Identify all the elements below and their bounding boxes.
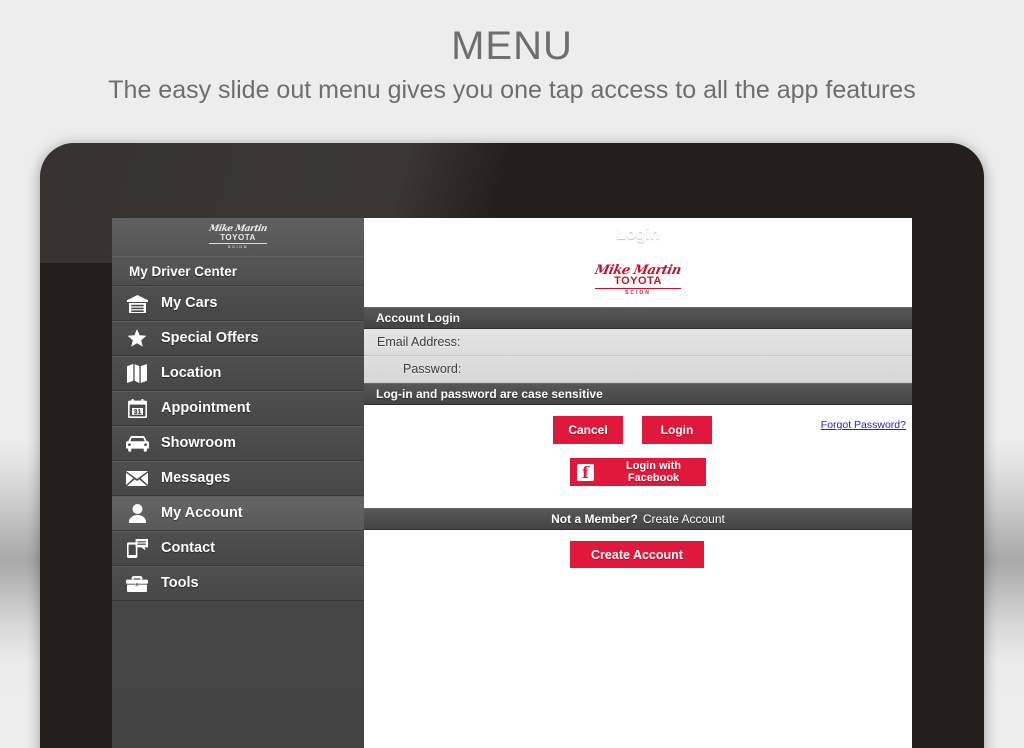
car-icon: [124, 433, 150, 455]
sidebar-header: My Driver Center: [112, 256, 364, 286]
map-icon: [124, 363, 150, 385]
star-icon: [124, 328, 150, 350]
calendar-icon: 31: [124, 398, 150, 420]
sidebar-item-label: My Account: [161, 505, 243, 522]
sidebar-item-my-account[interactable]: My Account: [112, 496, 364, 531]
login-button[interactable]: Login: [642, 416, 712, 444]
sidebar-item-showroom[interactable]: Showroom: [112, 426, 364, 461]
create-account-text: Create Account: [642, 512, 725, 526]
password-field-label: Password:: [403, 362, 462, 376]
member-prompt-bar: Not a Member? Create Account: [364, 508, 912, 530]
cancel-button[interactable]: Cancel: [553, 416, 623, 444]
facebook-icon: f: [577, 463, 594, 481]
section-header-account-login: Account Login: [364, 307, 912, 329]
tablet-screen: Mike Martin TOYOTA SCION My Driver Cente…: [112, 218, 912, 748]
logo-marque-text: TOYOTA: [209, 234, 267, 244]
email-input[interactable]: [460, 329, 912, 355]
case-sensitive-notice: Log-in and password are case sensitive: [364, 383, 912, 405]
password-field-row[interactable]: Password:: [364, 356, 912, 383]
logo-sub-text: SCION: [625, 289, 651, 296]
page-title: MENU: [451, 24, 573, 68]
sidebar-item-location[interactable]: Location: [112, 356, 364, 391]
login-with-facebook-button[interactable]: f Login with Facebook: [570, 458, 706, 486]
person-icon: [124, 503, 150, 525]
password-input[interactable]: [461, 356, 912, 382]
sidebar-item-special-offers[interactable]: Special Offers: [112, 321, 364, 356]
sidebar-item-label: My Cars: [161, 295, 218, 312]
sidebar-item-my-cars[interactable]: My Cars: [112, 286, 364, 321]
sidebar-item-messages[interactable]: Messages: [112, 461, 364, 496]
sidebar-item-appointment[interactable]: 31 Appointment: [112, 391, 364, 426]
sidebar-item-label: Special Offers: [161, 330, 259, 347]
email-field-label: Email Address:: [377, 335, 461, 349]
facebook-button-label: Login with Facebook: [626, 460, 681, 484]
tablet-device-frame: Mike Martin TOYOTA SCION My Driver Cente…: [40, 143, 984, 748]
back-arrow-icon[interactable]: [376, 227, 404, 249]
envelope-icon: [124, 468, 150, 490]
sidebar-item-label: Showroom: [161, 435, 236, 452]
app-title: Login: [616, 226, 660, 243]
sidebar-item-contact[interactable]: Contact: [112, 531, 364, 566]
create-account-area: Create Account: [364, 530, 912, 748]
logo-script-text: Mike Martin: [208, 224, 268, 234]
sidebar-item-label: Messages: [161, 470, 231, 487]
page-subtitle: The easy slide out menu gives you one ta…: [108, 76, 916, 104]
sidebar-brand-logo: Mike Martin TOYOTA SCION: [112, 218, 364, 256]
login-actions-area: Cancel Login Forgot Password? f Login wi…: [364, 405, 912, 508]
logo-script-text: Mike Martin: [593, 262, 683, 278]
create-account-button[interactable]: Create Account: [570, 541, 704, 568]
sidebar-item-tools[interactable]: Tools: [112, 566, 364, 601]
slide-out-menu: Mike Martin TOYOTA SCION My Driver Cente…: [112, 218, 364, 748]
sidebar-item-label: Tools: [161, 575, 199, 592]
not-a-member-text: Not a Member?: [551, 512, 638, 526]
svg-text:31: 31: [133, 409, 141, 416]
caption-block: MENU The easy slide out menu gives you o…: [0, 0, 1024, 106]
sidebar-item-label: Appointment: [161, 400, 251, 417]
sidebar-item-label: Location: [161, 365, 222, 382]
forgot-password-link[interactable]: Forgot Password?: [821, 419, 906, 431]
app-brand-logo: Mike Martin TOYOTA SCION: [364, 252, 912, 307]
phone-chat-icon: [124, 538, 150, 560]
sidebar-item-label: Contact: [161, 540, 215, 557]
logo-sub-text: SCION: [227, 244, 249, 249]
garage-icon: [124, 293, 150, 315]
toolbox-icon: [124, 573, 150, 595]
login-screen: Login Mike Martin TOYOTA SCION Account L…: [364, 218, 912, 748]
email-field-row[interactable]: Email Address:: [364, 329, 912, 356]
app-header-bar: Login: [364, 218, 912, 252]
